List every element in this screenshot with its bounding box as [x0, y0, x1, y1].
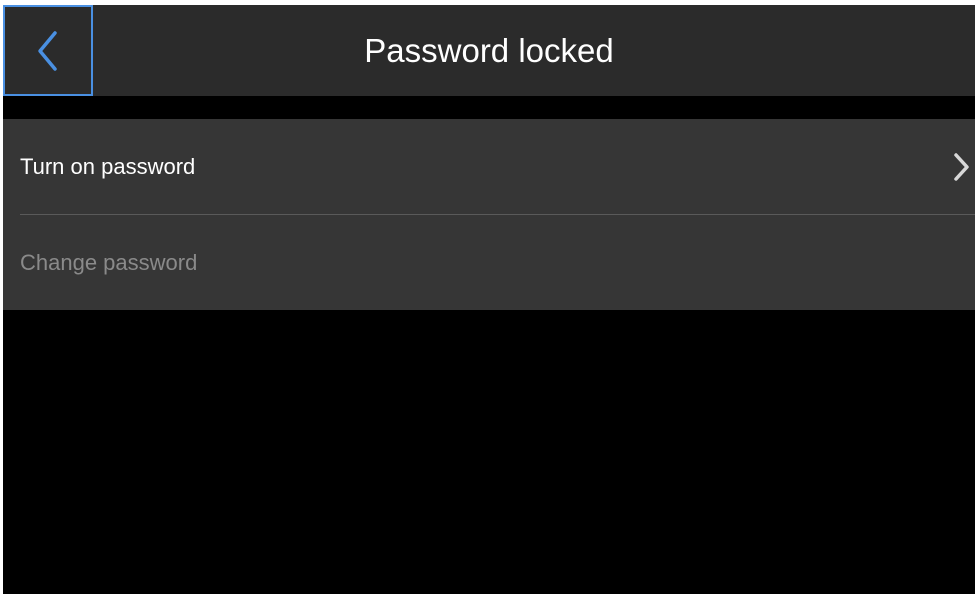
turn-on-password-label: Turn on password: [20, 153, 196, 179]
page-title: Password locked: [364, 32, 614, 69]
back-button[interactable]: [3, 5, 93, 96]
app-screen: Password locked Turn on password Change …: [3, 5, 975, 594]
settings-list: Turn on password Change password: [3, 119, 975, 310]
header-bar: Password locked: [3, 5, 975, 96]
turn-on-password-item[interactable]: Turn on password: [3, 119, 975, 214]
change-password-item: Change password: [3, 215, 975, 310]
change-password-label: Change password: [20, 249, 198, 275]
chevron-right-icon: [951, 152, 971, 182]
chevron-left-icon: [35, 30, 61, 72]
